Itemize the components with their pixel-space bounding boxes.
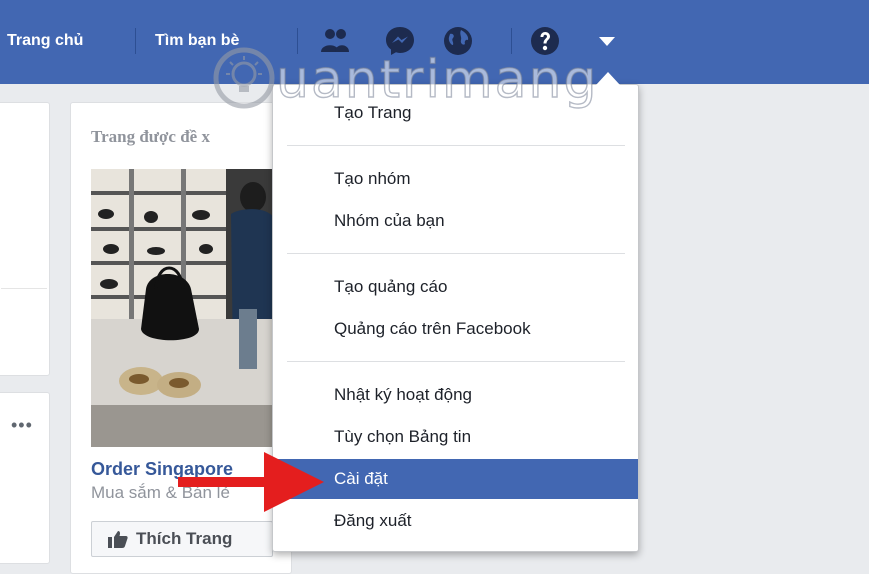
menu-item-log-out[interactable]: Đăng xuất	[273, 501, 638, 541]
help-icon[interactable]	[528, 24, 562, 58]
store-photo-image	[91, 169, 273, 447]
suggested-pages-title: Trang được đề x	[91, 127, 210, 146]
menu-item-news-feed-preferences[interactable]: Tùy chọn Bảng tin	[273, 417, 638, 457]
nav-home-link[interactable]: Trang chủ	[7, 32, 83, 50]
messenger-icon[interactable]	[383, 24, 417, 58]
nav-divider	[135, 28, 136, 54]
dropdown-caret	[596, 72, 620, 85]
more-options-icon[interactable]: •••	[11, 415, 33, 436]
menu-item-create-ad[interactable]: Tạo quảng cáo	[273, 267, 638, 307]
left-panel-card: •••	[0, 392, 50, 564]
top-navigation-bar: Trang chủ Tìm bạn bè	[0, 0, 869, 84]
nav-divider	[511, 28, 512, 54]
account-dropdown-menu: Tạo Trang Tạo nhóm Nhóm của bạn Tạo quản…	[272, 84, 639, 552]
menu-item-create-page[interactable]: Tạo Trang	[273, 93, 638, 133]
thumbs-up-icon	[108, 531, 128, 548]
page-cover-photo[interactable]	[91, 169, 273, 447]
divider	[1, 288, 47, 289]
caret-down-icon[interactable]	[590, 24, 624, 58]
menu-item-your-groups[interactable]: Nhóm của bạn	[273, 201, 638, 241]
like-page-label: Thích Trang	[136, 529, 233, 548]
menu-divider	[287, 253, 625, 254]
menu-item-ads-on-facebook[interactable]: Quảng cáo trên Facebook	[273, 309, 638, 349]
red-arrow-annotation	[178, 452, 324, 512]
nav-divider	[297, 28, 298, 54]
friends-icon[interactable]	[318, 24, 352, 58]
globe-icon[interactable]	[441, 24, 475, 58]
menu-item-settings[interactable]: Cài đặt	[273, 459, 638, 499]
nav-find-friends-link[interactable]: Tìm bạn bè	[155, 32, 239, 50]
left-panel-card	[0, 102, 50, 376]
menu-item-create-group[interactable]: Tạo nhóm	[273, 159, 638, 199]
menu-item-activity-log[interactable]: Nhật ký hoạt động	[273, 375, 638, 415]
menu-divider	[287, 145, 625, 146]
menu-divider	[287, 361, 625, 362]
